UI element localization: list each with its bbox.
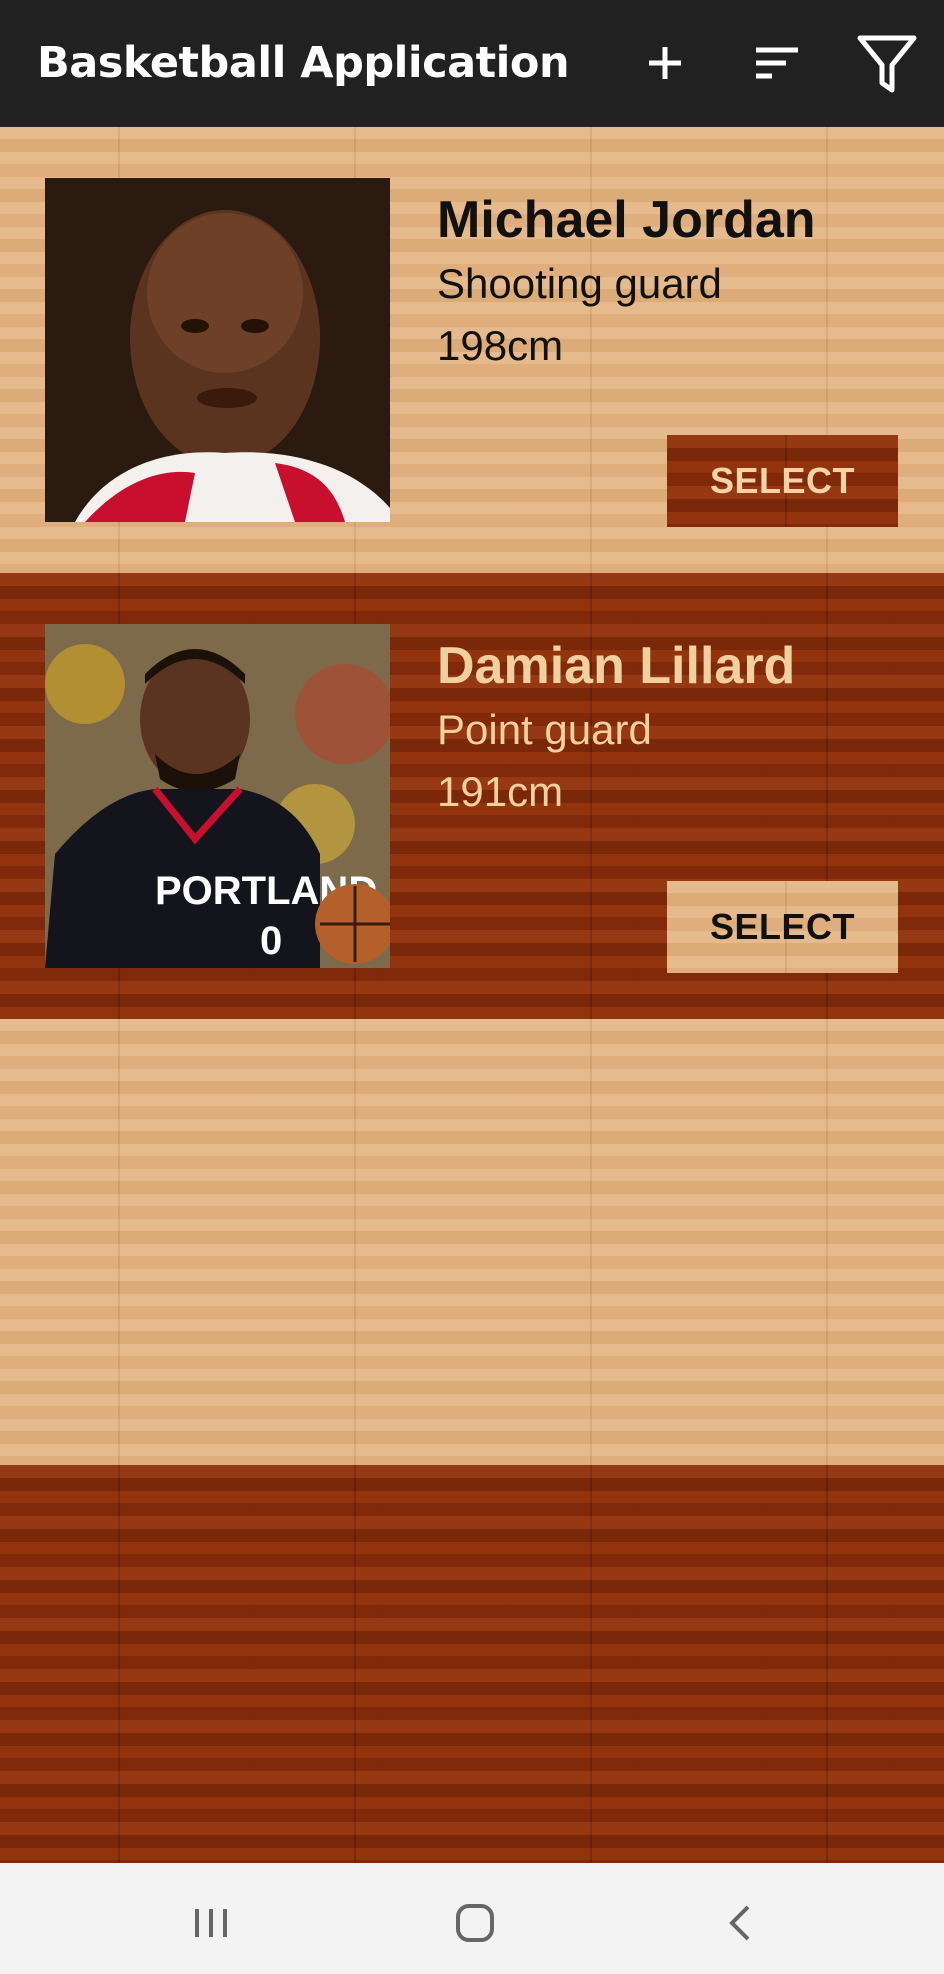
filter-icon[interactable] bbox=[852, 28, 922, 98]
select-button[interactable]: SELECT bbox=[667, 881, 898, 973]
player-name: Michael Jordan bbox=[437, 191, 816, 249]
jersey-number: 0 bbox=[260, 919, 282, 963]
app-title: Basketball Application bbox=[37, 38, 570, 88]
sort-icon[interactable] bbox=[742, 28, 812, 98]
player-position: Shooting guard bbox=[437, 260, 722, 307]
player-card: PORTLAND 0 Damian Lillard Point guard 19… bbox=[0, 573, 944, 1019]
player-height: 191cm bbox=[437, 768, 564, 815]
player-photo bbox=[45, 178, 390, 522]
add-icon[interactable] bbox=[630, 28, 700, 98]
select-button[interactable]: SELECT bbox=[667, 435, 898, 527]
system-nav-bar bbox=[0, 1863, 944, 1974]
player-card: Michael Jordan Shooting guard 198cm SELE… bbox=[0, 127, 944, 573]
list-background bbox=[0, 1019, 944, 1465]
player-position: Point guard bbox=[437, 706, 652, 753]
list-background bbox=[0, 1465, 944, 1863]
player-name: Damian Lillard bbox=[437, 637, 796, 695]
home-icon[interactable] bbox=[445, 1893, 505, 1953]
player-photo: PORTLAND 0 bbox=[45, 624, 390, 968]
app-bar: Basketball Application bbox=[0, 0, 944, 127]
player-height: 198cm bbox=[437, 322, 564, 369]
recents-icon[interactable] bbox=[181, 1893, 241, 1953]
back-icon[interactable] bbox=[710, 1893, 770, 1953]
